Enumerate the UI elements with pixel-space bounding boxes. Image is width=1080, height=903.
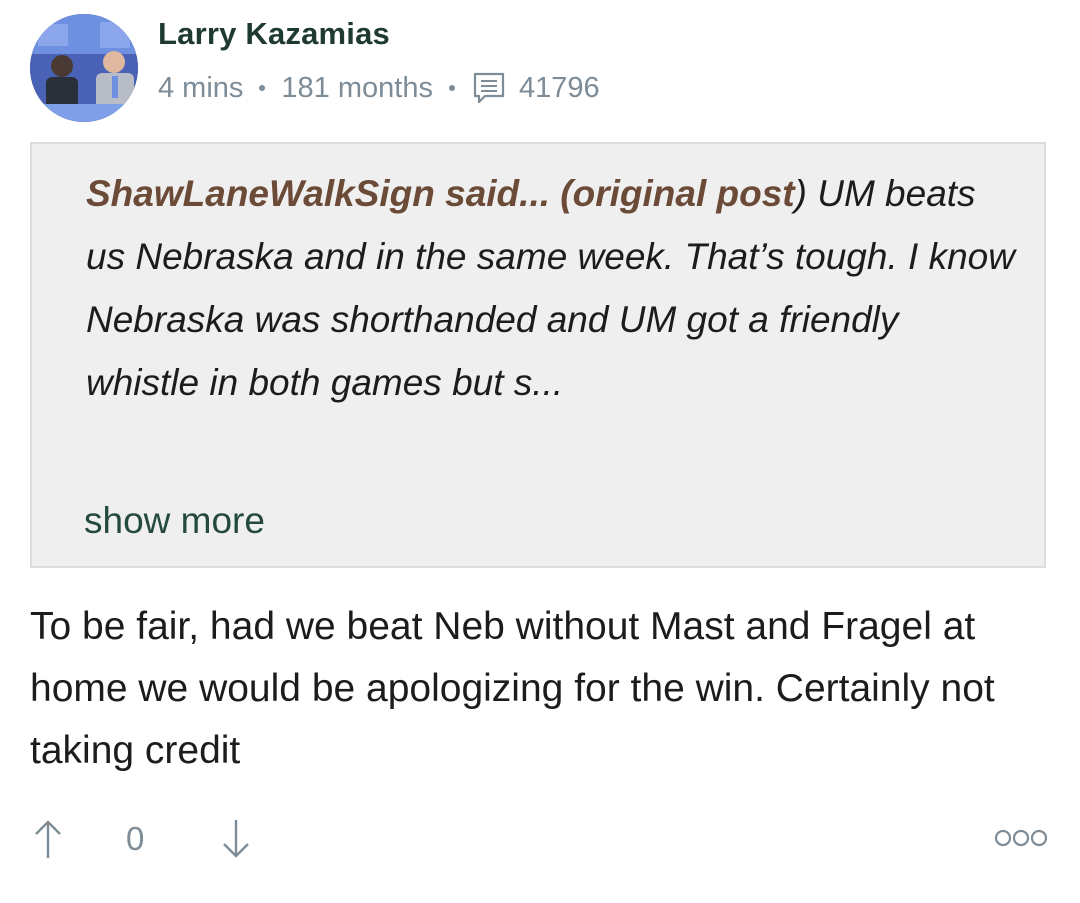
separator-dot <box>448 85 455 91</box>
comment-body: To be fair, had we beat Neb without Mast… <box>30 605 995 772</box>
comment-icon <box>471 70 507 106</box>
arrow-down-icon[interactable] <box>220 818 252 860</box>
show-more-link[interactable]: show more <box>84 500 265 542</box>
quoted-post: ShawLaneWalkSign said... (original post)… <box>30 142 1046 568</box>
posted-time: 4 mins <box>158 71 244 104</box>
member-duration: 181 months <box>281 71 433 104</box>
user-avatar[interactable] <box>30 14 138 122</box>
quote-text: ShawLaneWalkSign said... (original post)… <box>86 162 1016 414</box>
arrow-up-icon[interactable] <box>32 818 64 860</box>
quote-closing-paren: ) <box>794 173 807 214</box>
author-name[interactable]: Larry Kazamias <box>158 16 390 52</box>
separator-dot <box>259 85 266 91</box>
more-options-icon[interactable] <box>994 826 1048 850</box>
quote-author-link[interactable]: ShawLaneWalkSign said... (original post <box>86 173 795 214</box>
vote-count: 0 <box>126 820 145 857</box>
post-count: 41796 <box>518 71 600 104</box>
comment-meta: 4 mins 181 months 41796 <box>158 70 600 106</box>
